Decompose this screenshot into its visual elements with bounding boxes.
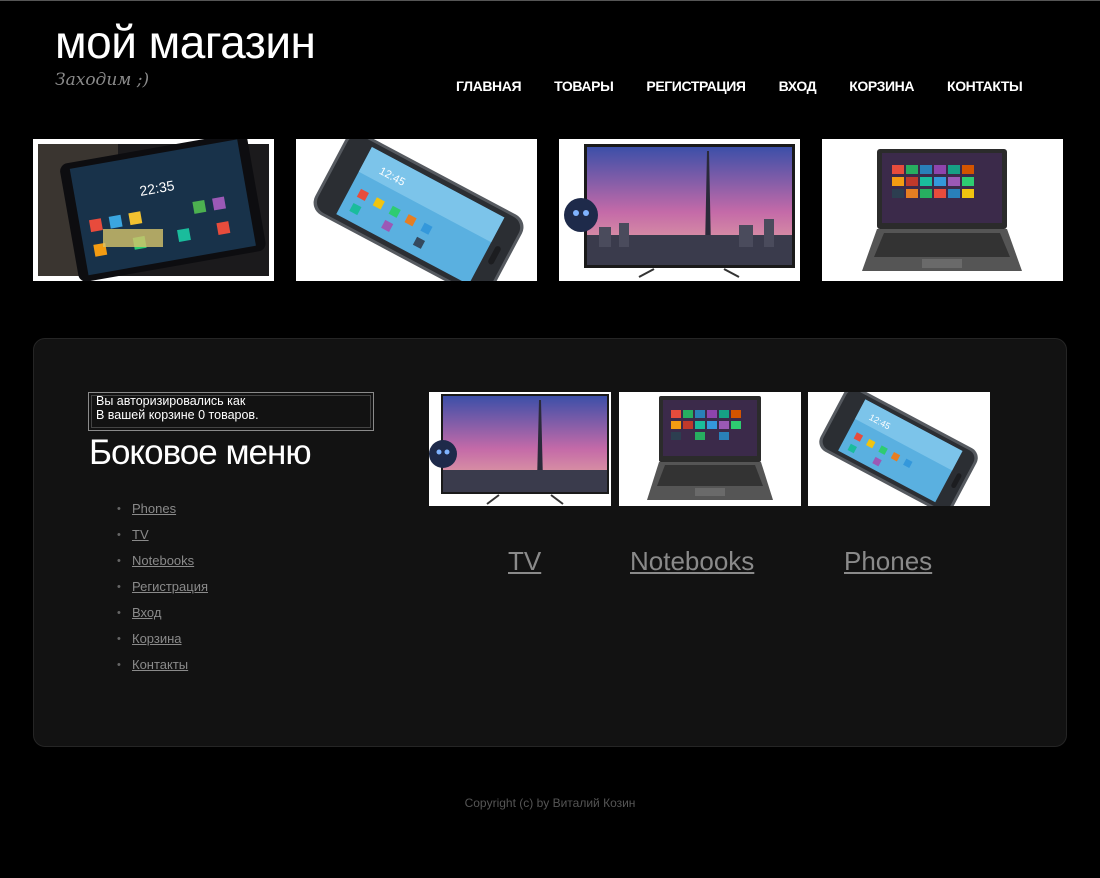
category-thumb-phones[interactable]: 12:45 [808,392,990,506]
main-nav: ГЛАВНАЯ ТОВАРЫ РЕГИСТРАЦИЯ ВХОД КОРЗИНА … [456,77,1023,95]
cart-status-text: В вашей корзине 0 товаров. [96,408,259,422]
site-logo[interactable]: мой магазин [55,16,316,68]
category-link-phones[interactable]: Phones [844,546,932,577]
sidebar-item-login: Вход [117,604,208,630]
top-border-line [0,0,1100,1]
sidebar-link-notebooks[interactable]: Notebooks [132,553,194,568]
sidebar-item-contacts: Контакты [117,656,208,682]
banner-tv-image [559,139,800,281]
banner-phone-dark-image: 22:35 [33,139,274,281]
sidebar-item-notebooks: Notebooks [117,552,208,578]
sidebar-link-registration[interactable]: Регистрация [132,579,208,594]
sidebar-item-tv: TV [117,526,208,552]
sidebar-link-contacts[interactable]: Контакты [132,657,188,672]
nav-item-login[interactable]: ВХОД [779,77,817,95]
category-link-notebooks[interactable]: Notebooks [630,546,754,577]
sidebar-title: Боковое меню [89,433,312,472]
sidebar-item-registration: Регистрация [117,578,208,604]
sidebar-item-phones: Phones [117,500,208,526]
sidebar-link-phones[interactable]: Phones [132,501,176,516]
nav-item-contacts[interactable]: КОНТАКТЫ [947,77,1023,95]
sidebar-item-cart: Корзина [117,630,208,656]
nav-item-products[interactable]: ТОВАРЫ [554,77,614,95]
banner-laptop-image [822,139,1063,281]
category-link-tv[interactable]: TV [508,546,541,577]
sidebar-link-cart[interactable]: Корзина [132,631,182,646]
sidebar-menu: Phones TV Notebooks Регистрация Вход Кор… [117,500,208,682]
site-slogan: Заходим ;) [55,70,150,90]
footer-copyright: Copyright (c) by Виталий Козин [464,796,636,810]
auth-status-box: Вы авторизировались как В вашей корзине … [88,392,374,431]
category-thumb-notebooks[interactable] [619,392,801,506]
category-thumb-tv[interactable] [429,392,611,506]
nav-item-home[interactable]: ГЛАВНАЯ [456,77,522,95]
sidebar-link-login[interactable]: Вход [132,605,161,620]
nav-item-registration[interactable]: РЕГИСТРАЦИЯ [646,77,746,95]
sidebar-link-tv[interactable]: TV [132,527,149,542]
auth-status-text: Вы авторизировались как [96,394,246,408]
banner-smartphone-image: 12:45 [296,139,537,281]
nav-item-cart[interactable]: КОРЗИНА [849,77,914,95]
